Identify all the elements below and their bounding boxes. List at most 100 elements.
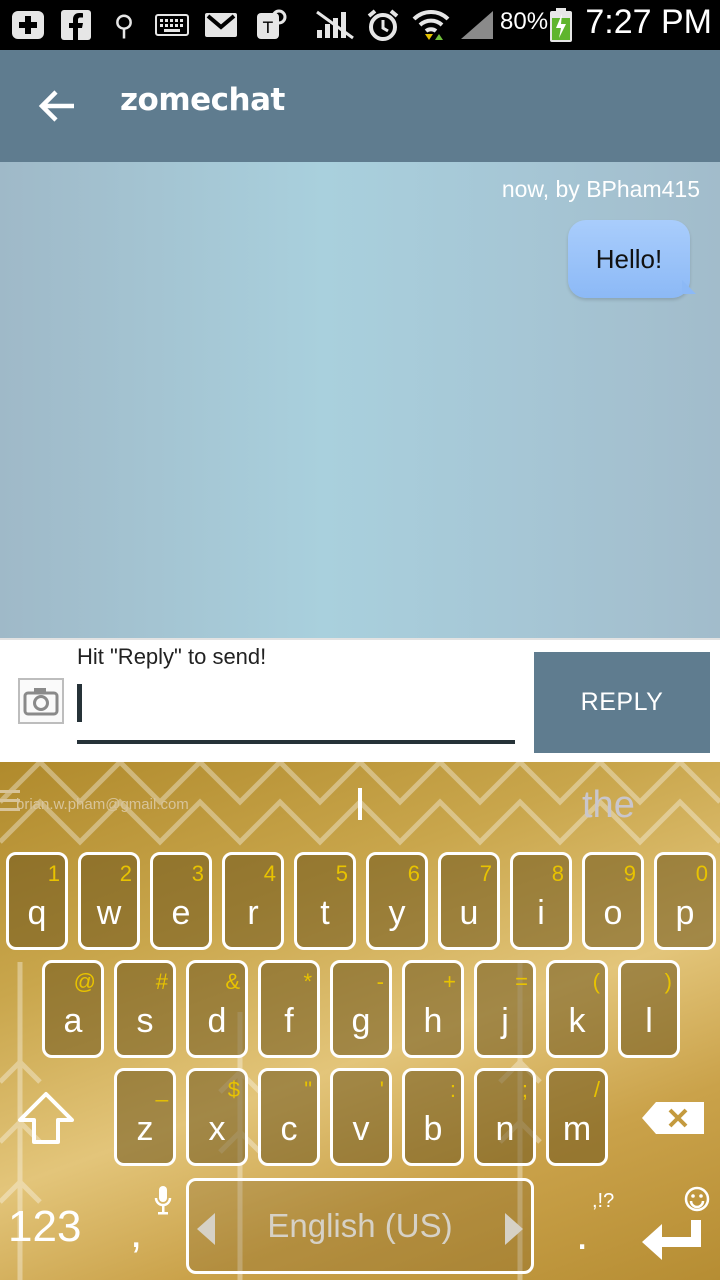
battery-charging-icon (548, 8, 574, 42)
space-key[interactable]: English (US) (186, 1178, 534, 1274)
key-t[interactable]: 5t (294, 852, 356, 950)
key-f[interactable]: * f (258, 960, 320, 1058)
numbers-key[interactable]: 123 (8, 1202, 81, 1252)
key-alt-label: @ (73, 969, 96, 994)
key-m[interactable]: / m (546, 1068, 608, 1166)
enter-icon (642, 1220, 701, 1260)
key-z[interactable]: _ z (114, 1068, 176, 1166)
key-label: i (537, 894, 545, 932)
key-h[interactable]: + h (402, 960, 464, 1058)
key-x[interactable]: $ x (186, 1068, 248, 1166)
shift-key[interactable] (16, 1090, 76, 1146)
emoji-icon[interactable] (684, 1186, 710, 1212)
message-meta: now, by BPham415 (501, 176, 700, 202)
key-p[interactable]: 0p (654, 852, 716, 950)
back-button[interactable] (34, 84, 78, 128)
suggestion-word[interactable]: the (582, 784, 635, 827)
key-alt-label: * (303, 969, 312, 994)
app-bar: zomechat (0, 50, 720, 162)
no-signal-icon (314, 8, 356, 42)
key-g[interactable]: -g (330, 960, 392, 1058)
key-alt-label: 9 (623, 861, 636, 886)
key-label: j (501, 1002, 509, 1040)
key-label: f (284, 1002, 294, 1040)
suggestion-email[interactable]: brian.w.pham@gmail.com (16, 796, 189, 813)
shift-icon (18, 1092, 74, 1144)
soft-keyboard: brian.w.pham@gmail.com the 1q 2w 3e 4r 5… (0, 762, 720, 1280)
suggestion-bar: brian.w.pham@gmail.com the (0, 762, 720, 848)
chat-area[interactable]: now, by BPham415 Hello! (0, 162, 720, 638)
key-o[interactable]: 9o (582, 852, 644, 950)
key-alt-label: = (515, 969, 528, 994)
key-label: r (247, 894, 259, 932)
key-label: a (63, 1002, 83, 1040)
message-input[interactable] (77, 680, 515, 744)
key-d[interactable]: & d (186, 960, 248, 1058)
key-v[interactable]: ' v (330, 1068, 392, 1166)
message-bubble[interactable]: Hello! (568, 220, 690, 298)
key-label: z (136, 1110, 154, 1148)
key-i[interactable]: 8i (510, 852, 572, 950)
key-e[interactable]: 3e (150, 852, 212, 950)
key-u[interactable]: 7u (438, 852, 500, 950)
camera-button[interactable] (18, 678, 64, 724)
key-b[interactable]: :b (402, 1068, 464, 1166)
key-alt-label: 7 (479, 861, 492, 886)
tmobile-icon: T (252, 8, 288, 42)
key-label: y (388, 894, 406, 932)
key-alt-label: _ (155, 1077, 168, 1102)
key-label: t (320, 894, 330, 932)
message-text: Hello! (595, 243, 663, 274)
key-c[interactable]: " c (258, 1068, 320, 1166)
keyboard-icon (154, 8, 190, 42)
key-j[interactable]: = j (474, 960, 536, 1058)
microphone-icon[interactable] (154, 1186, 172, 1216)
add-icon (10, 8, 46, 42)
svg-text:T: T (262, 18, 273, 37)
enter-key[interactable] (640, 1216, 710, 1266)
key-alt-label: 0 (695, 861, 708, 886)
key-label: w (96, 894, 122, 932)
key-label: x (208, 1110, 226, 1148)
period-key[interactable]: . (576, 1210, 588, 1260)
key-label: k (568, 1002, 586, 1040)
app-title: zomechat (120, 82, 285, 118)
key-n[interactable]: ; n (474, 1068, 536, 1166)
key-k[interactable]: (k (546, 960, 608, 1058)
key-label: v (352, 1110, 370, 1148)
key-q[interactable]: 1q (6, 852, 68, 950)
suggestion-current[interactable] (358, 788, 362, 820)
key-label: m (562, 1110, 592, 1148)
key-l[interactable]: ) l (618, 960, 680, 1058)
backspace-key[interactable] (640, 1100, 706, 1136)
alarm-icon (364, 8, 402, 42)
key-alt-label: ; (521, 1077, 528, 1102)
arrow-back-icon (38, 90, 74, 122)
status-bar: ⚲ T 80% 7:27 PM (0, 0, 720, 50)
key-a[interactable]: @ a (42, 960, 104, 1058)
key-alt-label: & (225, 969, 240, 994)
key-alt-label: 2 (119, 861, 132, 886)
punctuation-label: ,!? (592, 1190, 615, 1212)
key-alt-label: 3 (191, 861, 204, 886)
key-label: q (27, 894, 47, 932)
key-y[interactable]: 6y (366, 852, 428, 950)
reply-button[interactable]: REPLY (534, 652, 710, 753)
key-alt-label: 6 (407, 861, 420, 886)
key-label: p (675, 894, 695, 932)
language-right-icon (505, 1213, 523, 1245)
key-alt-label: + (443, 969, 456, 994)
comma-key[interactable]: , (130, 1208, 142, 1258)
signal-icon (458, 8, 496, 42)
key-alt-label: 1 (47, 861, 60, 886)
camera-icon (23, 688, 59, 716)
key-r[interactable]: 4r (222, 852, 284, 950)
key-s[interactable]: # s (114, 960, 176, 1058)
key-label: s (136, 1002, 154, 1040)
key-w[interactable]: 2w (78, 852, 140, 950)
key-alt-label: - (376, 969, 384, 994)
key-alt-label: 5 (335, 861, 348, 886)
reply-hint: Hit "Reply" to send! (77, 644, 267, 669)
key-alt-label: ( (592, 969, 600, 994)
key-alt-label: ) (664, 969, 672, 994)
